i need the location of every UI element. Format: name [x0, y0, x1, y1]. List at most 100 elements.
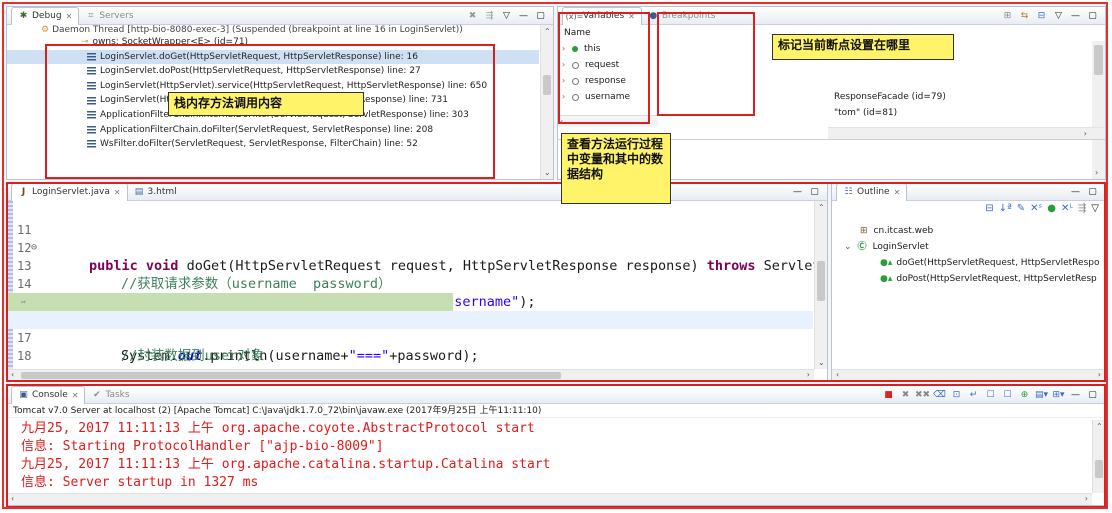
maximize-icon[interactable]: ▢: [808, 185, 821, 198]
tab-outline[interactable]: ☷ Outline ✕: [836, 183, 908, 201]
remove-launch-icon[interactable]: ✖: [899, 388, 912, 401]
show-logical-structure-icon[interactable]: ⇆: [1018, 9, 1031, 22]
thread-row[interactable]: ⚙ Daemon Thread [http-bio-8080-exec-3] (…: [7, 25, 539, 35]
outline-class-row[interactable]: ⌄ Ⓒ LoginServlet: [832, 239, 1105, 255]
maximize-icon[interactable]: ▢: [1086, 9, 1099, 22]
hide-fields-icon[interactable]: ✎: [1017, 203, 1025, 214]
scroll-up-icon[interactable]: ⌃: [818, 203, 825, 212]
pin-console-icon[interactable]: ⊕: [1018, 388, 1031, 401]
outline-method-row[interactable]: ●▴ doPost(HttpServletRequest, HttpServle…: [832, 271, 1105, 287]
scroll-down-icon[interactable]: ⌄: [818, 358, 825, 367]
minimize-icon[interactable]: —: [1069, 9, 1082, 22]
chevron-right-icon[interactable]: ›: [562, 73, 572, 89]
outline-method-row[interactable]: ●▴ doGet(HttpServletRequest, HttpServlet…: [832, 255, 1105, 271]
outline-package-row[interactable]: ⊞ cn.itcast.web: [832, 223, 1105, 239]
stack-frame-row[interactable]: LoginServlet.doGet(HttpServletRequest, H…: [7, 49, 539, 65]
code-line-13[interactable]: 13 //获取请求参数（username password）: [7, 239, 813, 292]
scrollbar-thumb[interactable]: [543, 75, 551, 95]
tab-variables[interactable]: (x)= Variables ✕: [562, 7, 642, 25]
chevron-right-icon[interactable]: ›: [562, 89, 572, 105]
maximize-icon[interactable]: ▢: [1086, 185, 1099, 198]
code-line-15[interactable]: 15 String password = request.getParamete…: [7, 275, 813, 328]
hide-local-types-icon[interactable]: ✕ᴸ: [1061, 203, 1073, 214]
minimize-icon[interactable]: —: [791, 185, 804, 198]
minimize-icon[interactable]: —: [1069, 185, 1082, 198]
tab-loginservlet-java[interactable]: J LoginServlet.java ✕: [11, 183, 128, 201]
scrollbar-thumb[interactable]: [817, 261, 825, 301]
collapse-all-icon[interactable]: ⊟: [985, 203, 993, 214]
remove-all-terminated-icon[interactable]: ✖✖: [915, 388, 930, 401]
terminate-icon[interactable]: ■: [882, 388, 895, 401]
code-line-14[interactable]: 14 String username = request.getParamete…: [7, 257, 813, 310]
scroll-left-icon[interactable]: ‹: [560, 117, 563, 126]
scroll-left-icon[interactable]: ‹: [836, 370, 839, 379]
tab-tasks[interactable]: ✔ Tasks: [85, 386, 135, 404]
scroll-down-icon[interactable]: ›: [1095, 168, 1098, 177]
code-line-18[interactable]: 18: [7, 329, 813, 363]
scroll-right-icon[interactable]: ›: [807, 370, 810, 379]
code-line-12[interactable]: 12: [7, 221, 813, 255]
chevron-down-icon[interactable]: ⌄: [844, 239, 852, 255]
variables-tree-hscroll[interactable]: ‹: [558, 115, 658, 127]
stack-frame-row[interactable]: WsFilter.doFilter(ServletRequest, Servle…: [7, 137, 539, 152]
values-vertical-scrollbar[interactable]: [1092, 41, 1105, 131]
tab-breakpoints[interactable]: ● Breakpoints: [642, 7, 722, 25]
close-icon[interactable]: ✕: [72, 391, 79, 400]
owns-row[interactable]: ⊸ owns: SocketWrapper<E> (id=71): [7, 35, 539, 50]
close-icon[interactable]: ✕: [66, 12, 73, 21]
display-selected-console-icon[interactable]: ▤▾: [1035, 388, 1048, 401]
code-line-19[interactable]: 19 //调用service方法，执行用户登陆: [7, 347, 813, 381]
close-icon[interactable]: ✕: [628, 12, 635, 21]
close-icon[interactable]: ✕: [114, 188, 121, 197]
word-wrap-icon[interactable]: ↵: [967, 388, 980, 401]
scroll-right-icon[interactable]: ›: [1085, 494, 1088, 503]
scroll-down-icon[interactable]: ⌄: [544, 168, 551, 177]
chevron-right-icon[interactable]: ›: [562, 41, 572, 57]
editor-horizontal-scrollbar[interactable]: ‹ ›: [7, 369, 814, 381]
maximize-icon[interactable]: ▢: [1086, 388, 1099, 401]
close-icon[interactable]: ✕: [894, 188, 901, 197]
variable-row-this[interactable]: › this: [558, 41, 658, 57]
variable-row-request[interactable]: › request: [558, 57, 658, 73]
view-menu-icon[interactable]: ▽: [1052, 9, 1065, 22]
tab-debug[interactable]: ✱ Debug ✕: [11, 7, 80, 25]
hide-static-icon[interactable]: ✕ˢ: [1030, 203, 1042, 214]
minimize-icon[interactable]: —: [1069, 388, 1082, 401]
link-with-editor-icon[interactable]: ⇶: [1078, 203, 1086, 214]
open-console-icon[interactable]: ⊞▾: [1052, 388, 1065, 401]
scroll-right-icon[interactable]: ›: [1084, 129, 1087, 138]
code-line-11[interactable]: 11 ⊖ public void doGet(HttpServletReques…: [7, 203, 821, 274]
chevron-right-icon[interactable]: ›: [562, 57, 572, 73]
scroll-right-icon[interactable]: ›: [1098, 370, 1101, 379]
show-type-names-icon[interactable]: ⊞: [1001, 9, 1014, 22]
show-on-stderr-icon[interactable]: ☐: [1001, 388, 1014, 401]
editor-vertical-scrollbar[interactable]: ⌃ ⌄: [814, 201, 827, 369]
tab-servers[interactable]: ⌗ Servers: [79, 7, 139, 25]
variable-row-username[interactable]: › username: [558, 89, 658, 105]
stack-frame-row[interactable]: ApplicationFilterChain.doFilter(ServletR…: [7, 123, 539, 138]
scrollbar-thumb[interactable]: [21, 372, 561, 379]
view-menu-icon[interactable]: ▽: [500, 9, 513, 22]
detail-vertical-scrollbar[interactable]: ›: [1092, 140, 1105, 179]
scroll-up-icon[interactable]: ⌃: [1096, 422, 1103, 431]
console-vertical-scrollbar[interactable]: ⌃: [1092, 420, 1105, 493]
values-hscroll[interactable]: ›: [828, 127, 1105, 139]
tab-3-html[interactable]: ▤ 3.html: [128, 183, 183, 201]
tab-console[interactable]: ▣ Console ✕: [11, 386, 86, 404]
view-menu-icon[interactable]: ▽: [1091, 203, 1099, 214]
stack-frame-row[interactable]: LoginServlet.doPost(HttpServletRequest, …: [7, 64, 539, 79]
code-line-16-current-breakpoint[interactable]: 16 ⇨ System.out.println(username+"==="+p…: [7, 293, 479, 364]
collapse-all-icon[interactable]: ⊟: [1035, 9, 1048, 22]
console-output[interactable]: 九月25, 2017 11:11:13 上午 org.apache.coyote…: [7, 420, 1091, 493]
scroll-left-icon[interactable]: ‹: [11, 370, 14, 379]
scrollbar-thumb[interactable]: [1095, 460, 1103, 478]
code-area[interactable]: 11 ⊖ public void doGet(HttpServletReques…: [7, 201, 821, 381]
scroll-left-icon[interactable]: ‹: [11, 494, 14, 503]
sort-icon[interactable]: ↓ª: [999, 203, 1012, 214]
scroll-lock-icon[interactable]: ⊡: [950, 388, 963, 401]
breakpoint-icon[interactable]: ⇨: [21, 293, 26, 311]
outline-horizontal-scrollbar[interactable]: ‹ ›: [832, 369, 1105, 381]
minimize-icon[interactable]: —: [517, 9, 530, 22]
scrollbar-thumb[interactable]: [1094, 45, 1103, 75]
show-threads-icon[interactable]: ⇶: [483, 9, 496, 22]
